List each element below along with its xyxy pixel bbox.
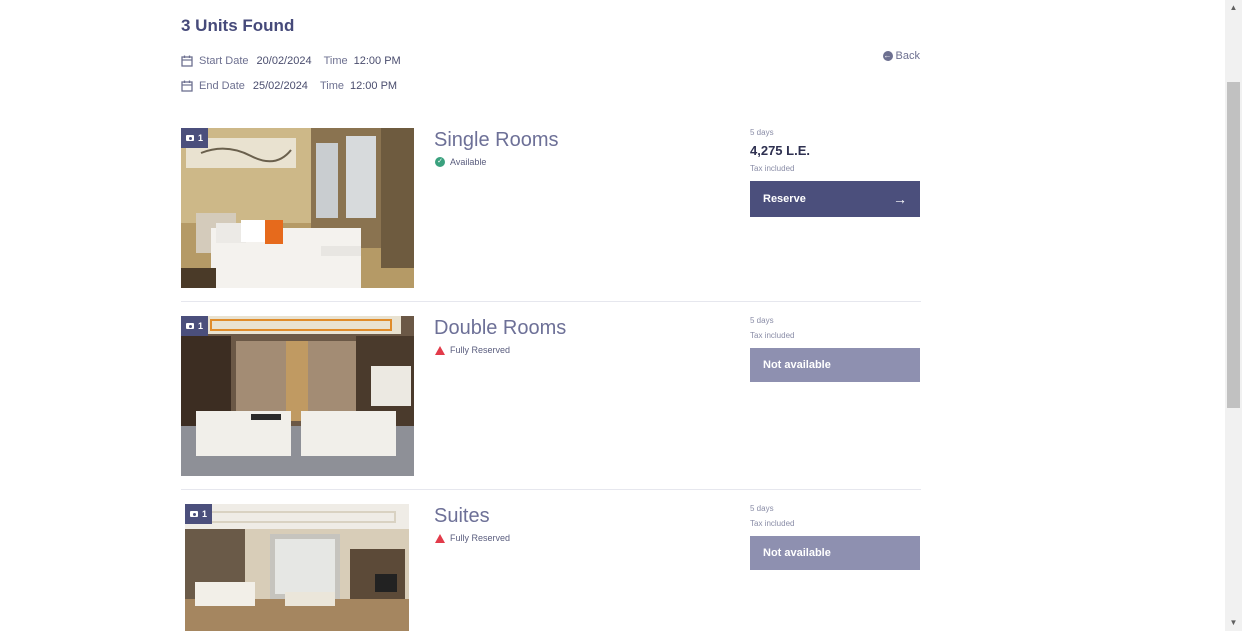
availability-status: ✓ Available xyxy=(435,157,486,167)
price-box: 5 days Tax included Not available xyxy=(750,316,920,382)
not-available-button[interactable]: Not available xyxy=(750,348,920,382)
tax-note: Tax included xyxy=(750,164,795,173)
back-link[interactable]: ← Back xyxy=(882,50,920,62)
back-label: Back xyxy=(895,50,920,62)
price-box: 5 days 4,275 L.E. Tax included Reserve → xyxy=(750,128,920,217)
room-photo-double xyxy=(181,316,414,476)
photo-count-badge: 1 xyxy=(181,316,209,336)
unit-price: 4,275 L.E. xyxy=(750,143,810,158)
photo-count-badge: 1 xyxy=(185,504,213,524)
camera-icon xyxy=(190,511,198,517)
arrow-right-icon: → xyxy=(893,191,907,207)
warning-icon xyxy=(435,533,445,543)
start-time-value: 12:00 PM xyxy=(353,55,401,67)
calendar-icon xyxy=(181,80,193,92)
reserve-button[interactable]: Reserve → xyxy=(750,181,920,217)
vertical-scrollbar[interactable]: ▲ ▼ xyxy=(1225,0,1242,631)
unit-name: Double Rooms xyxy=(434,317,567,339)
unit-name: Suites xyxy=(434,505,490,527)
check-circle-icon: ✓ xyxy=(435,157,445,167)
end-date-value: 25/02/2024 xyxy=(252,80,308,92)
unit-card-single: 1 Single Rooms ✓ Available 5 days 4,275 … xyxy=(181,128,921,302)
stay-days: 5 days xyxy=(750,128,774,137)
price-box: 5 days Tax included Not available xyxy=(750,504,920,570)
tax-note: Tax included xyxy=(750,331,795,340)
room-photo-suites xyxy=(185,504,409,631)
unit-photo[interactable]: 1 xyxy=(181,128,414,288)
unit-name: Single Rooms xyxy=(434,129,559,151)
end-time-value: 12:00 PM xyxy=(349,80,398,92)
stay-days: 5 days xyxy=(750,316,774,325)
start-date-row: Start Date 20/02/2024 Time 12:00 PM xyxy=(181,55,413,67)
camera-icon xyxy=(186,323,194,329)
page-title: 3 Units Found xyxy=(181,16,295,35)
camera-icon xyxy=(186,135,194,141)
units-results: 3 Units Found Start Date 20/02/2024 Time… xyxy=(181,0,921,631)
warning-icon xyxy=(435,345,445,355)
back-arrow-icon: ← xyxy=(882,51,893,61)
unit-photo[interactable]: 1 xyxy=(185,504,409,631)
end-time-label: Time xyxy=(319,80,344,92)
availability-status: Fully Reserved xyxy=(435,345,510,355)
not-available-button[interactable]: Not available xyxy=(750,536,920,570)
start-date-value: 20/02/2024 xyxy=(256,55,312,67)
unit-photo[interactable]: 1 xyxy=(181,316,414,476)
end-date-row: End Date 25/02/2024 Time 12:00 PM xyxy=(181,80,409,92)
stay-days: 5 days xyxy=(750,504,774,513)
photo-count-badge: 1 xyxy=(181,128,209,148)
unit-card-double: 1 Double Rooms Fully Reserved 5 days Tax… xyxy=(181,316,921,490)
start-time-label: Time xyxy=(323,55,348,67)
scroll-down-icon[interactable]: ▼ xyxy=(1225,615,1242,631)
scrollbar-thumb[interactable] xyxy=(1227,82,1240,408)
calendar-icon xyxy=(181,55,193,67)
scroll-up-icon[interactable]: ▲ xyxy=(1225,0,1242,16)
unit-card-suites: 1 Suites Fully Reserved 5 days Tax inclu… xyxy=(181,504,921,631)
start-date-label: Start Date xyxy=(199,55,249,67)
room-photo-single xyxy=(181,128,414,288)
end-date-label: End Date xyxy=(199,80,245,92)
tax-note: Tax included xyxy=(750,519,795,528)
availability-status: Fully Reserved xyxy=(435,533,510,543)
